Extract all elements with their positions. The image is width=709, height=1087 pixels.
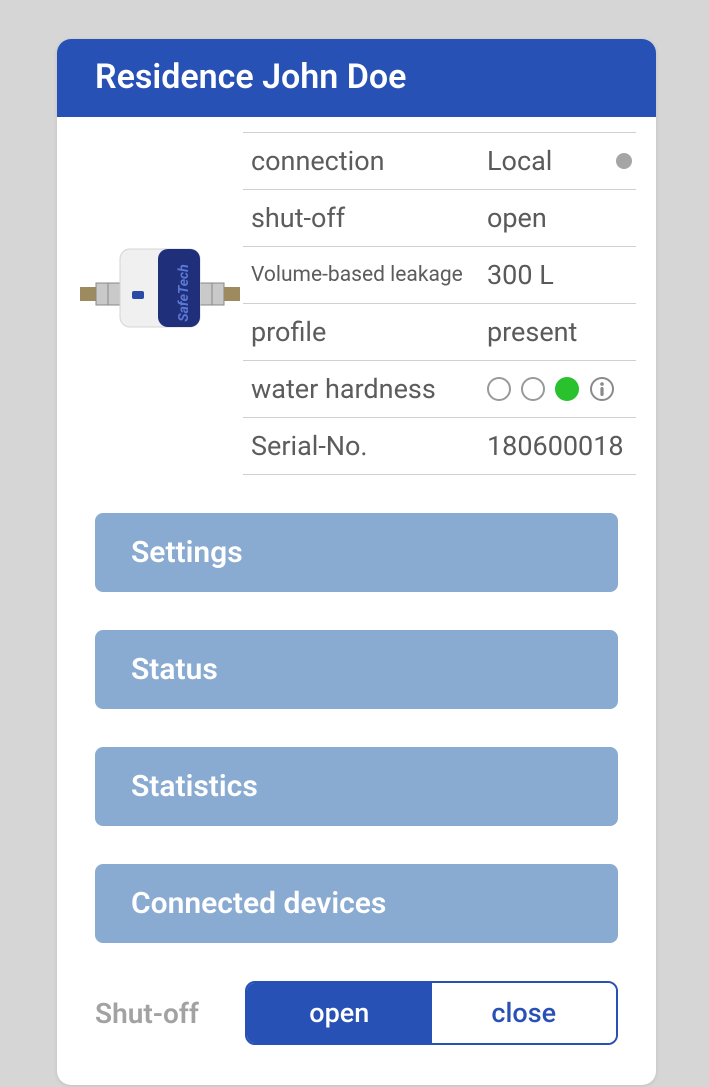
prop-value: 300 L [487, 259, 636, 291]
prop-label: connection [251, 145, 487, 177]
prop-row-hardness: water hardness [243, 360, 636, 418]
hardness-dot-1 [487, 377, 511, 401]
prop-value: open [487, 202, 636, 234]
settings-button[interactable]: Settings [95, 513, 618, 592]
shutoff-control: Shut-off open close [57, 981, 656, 1045]
prop-row-leakage: Volume-based leakage 300 L [243, 246, 636, 304]
shutoff-open-button[interactable]: open [247, 983, 432, 1043]
shutoff-close-button[interactable]: close [432, 983, 617, 1043]
prop-label: shut-off [251, 202, 487, 234]
prop-label: Serial-No. [251, 430, 487, 462]
info-icon[interactable] [589, 376, 615, 402]
shutoff-segmented: open close [245, 981, 618, 1045]
hardness-indicator [487, 376, 636, 402]
statistics-button[interactable]: Statistics [95, 747, 618, 826]
prop-row-profile: profile present [243, 303, 636, 361]
status-button[interactable]: Status [95, 630, 618, 709]
prop-label: water hardness [251, 373, 487, 405]
prop-value: present [487, 316, 636, 348]
connection-status-dot [616, 153, 632, 169]
prop-label: profile [251, 316, 487, 348]
prop-label: Volume-based leakage [251, 263, 487, 287]
card-header: Residence John Doe [57, 39, 656, 117]
menu-section: Settings Status Statistics Connected dev… [57, 475, 656, 943]
prop-row-connection: connection Local [243, 132, 636, 190]
svg-text:SafeTech: SafeTech [176, 264, 192, 322]
properties-table: connection Local shut-off open Volume-ba… [243, 133, 636, 475]
connected-devices-button[interactable]: Connected devices [95, 864, 618, 943]
shutoff-label: Shut-off [95, 997, 245, 1030]
device-image: SafeTech [77, 243, 243, 343]
device-summary: SafeTech connection Local shut-off open … [57, 117, 656, 475]
prop-value: Local [487, 145, 616, 177]
prop-row-shutoff: shut-off open [243, 189, 636, 247]
prop-value: 180600018 [487, 430, 636, 462]
hardness-dot-2 [521, 377, 545, 401]
device-card: Residence John Doe SafeTech [57, 39, 656, 1085]
prop-row-serial: Serial-No. 180600018 [243, 417, 636, 475]
card-title: Residence John Doe [95, 57, 406, 97]
hardness-dot-3 [555, 377, 579, 401]
